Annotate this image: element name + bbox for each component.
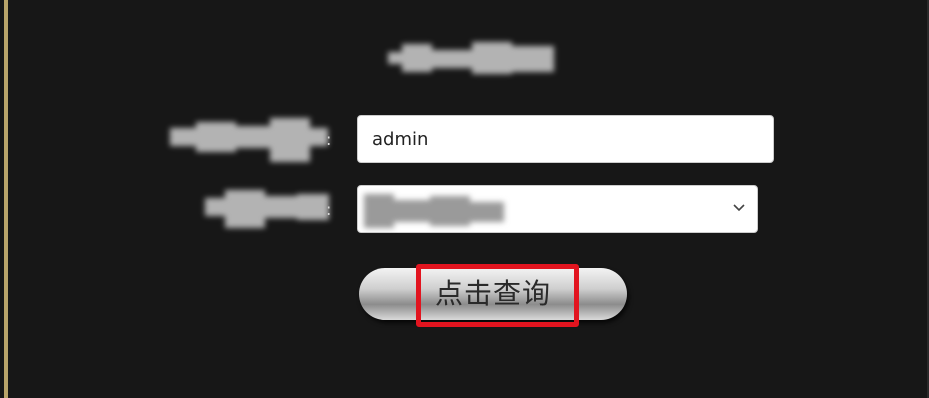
- chevron-down-icon[interactable]: [731, 199, 747, 215]
- left-border: [4, 0, 8, 398]
- select-label-redacted: [205, 184, 329, 234]
- query-button-label: 点击查询: [434, 277, 551, 310]
- select-label-colon: :: [326, 200, 332, 219]
- page-title-redacted: [388, 38, 556, 78]
- username-input[interactable]: [357, 115, 774, 163]
- query-button[interactable]: 点击查询: [359, 268, 627, 320]
- username-label-colon: :: [326, 130, 332, 149]
- select-value-redacted: [364, 190, 504, 230]
- app-frame: : : 点击查询: [0, 0, 929, 398]
- username-label-redacted: [170, 112, 328, 168]
- option-select[interactable]: [357, 185, 758, 233]
